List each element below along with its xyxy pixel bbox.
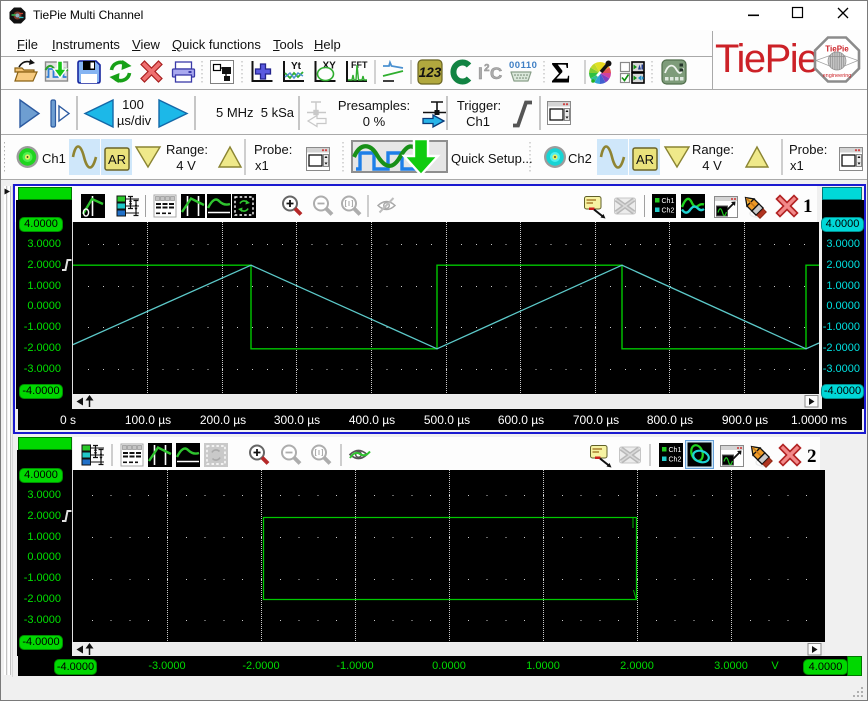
svg-text:AR: AR	[108, 152, 126, 167]
svg-text:TiePie: TiePie	[715, 37, 818, 81]
svg-text:C: C	[490, 64, 502, 83]
svg-text:FFT: FFT	[351, 60, 368, 70]
svg-text:123: 123	[419, 65, 442, 80]
svg-text:I: I	[478, 64, 483, 83]
svg-text:2: 2	[807, 446, 817, 467]
svg-text:Σ: Σ	[551, 57, 571, 89]
svg-text:00110: 00110	[509, 60, 537, 71]
svg-text:Yt: Yt	[291, 61, 302, 72]
svg-text:1: 1	[803, 196, 813, 217]
svg-text:engineering: engineering	[823, 73, 852, 79]
svg-text:XY: XY	[323, 61, 337, 72]
svg-text:AR: AR	[636, 152, 654, 167]
